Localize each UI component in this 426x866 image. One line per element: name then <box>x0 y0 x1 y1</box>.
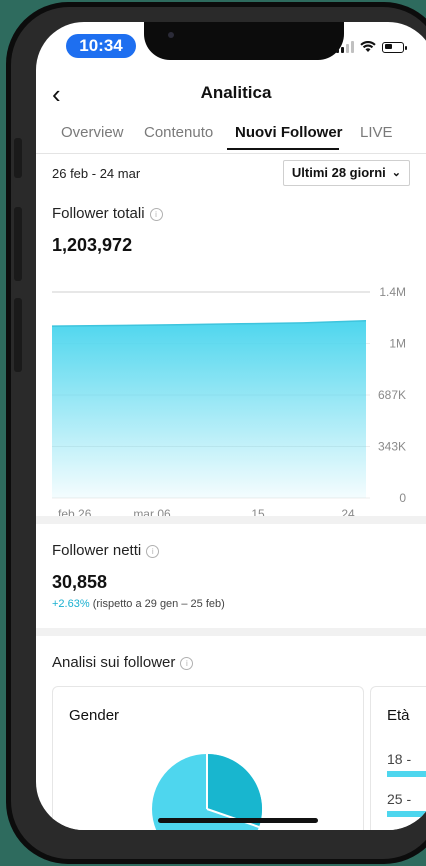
section-divider <box>36 628 426 636</box>
change-percent: +2.63% <box>52 598 90 610</box>
y-tick-label: 1.4M <box>379 285 406 299</box>
y-tick-label: 1M <box>389 337 406 351</box>
y-tick-label: 687K <box>378 388 406 402</box>
status-time[interactable]: 10:34 <box>66 34 136 58</box>
volume-down-button <box>14 298 22 372</box>
tab-bar: Overview Contenuto Nuovi Follower LIVE <box>36 120 426 152</box>
age-bar <box>387 811 426 817</box>
gender-title: Gender <box>69 707 120 724</box>
tab-overview[interactable]: Overview <box>61 124 124 141</box>
tab-contenuto[interactable]: Contenuto <box>144 124 213 141</box>
age-bar <box>387 771 426 777</box>
age-row-label: 25 - <box>387 791 412 807</box>
period-dropdown-label: Ultimi 28 giorni <box>291 165 386 180</box>
total-followers-label: Follower totali <box>52 205 145 222</box>
page-title: Analitica <box>200 83 272 102</box>
signal-icon <box>336 41 354 53</box>
silent-switch <box>14 138 22 178</box>
net-followers-value: 30,858 <box>52 572 108 592</box>
age-title: Età <box>387 707 410 724</box>
followers-area <box>52 320 366 498</box>
tab-nuovi-follower[interactable]: Nuovi Follower <box>235 124 343 141</box>
app-header: ‹ Analitica <box>36 77 426 113</box>
net-followers-change: +2.63% (rispetto a 29 gen – 25 feb) <box>52 598 225 610</box>
date-filter-row: 26 feb - 24 mar Ultimi 28 giorni ⌄ <box>36 160 426 190</box>
net-followers-title: Follower netti i <box>52 542 160 559</box>
volume-up-button <box>14 207 22 281</box>
y-tick-label: 0 <box>399 491 406 505</box>
home-indicator <box>158 818 318 823</box>
status-bar: 10:34 <box>36 22 426 72</box>
date-range: 26 feb - 24 mar <box>52 166 141 181</box>
total-followers-title: Follower totali i <box>52 205 163 222</box>
followers-area-chart: 1.4M1M687K343K0 feb 26 mar 06 15 24 <box>51 285 406 521</box>
info-icon[interactable]: i <box>180 657 194 670</box>
total-followers-value: 1,203,972 <box>52 235 133 255</box>
y-tick-label: 343K <box>378 440 406 454</box>
wifi-icon <box>360 41 376 52</box>
system-icons <box>336 40 407 54</box>
insights-title: Analisi sui follower i <box>52 654 194 671</box>
period-dropdown[interactable]: Ultimi 28 giorni ⌄ <box>282 160 410 186</box>
info-icon[interactable]: i <box>146 545 160 558</box>
change-note: (rispetto a 29 gen – 25 feb) <box>92 598 225 610</box>
camera-icon <box>168 32 174 38</box>
section-divider <box>36 516 426 524</box>
tab-live[interactable]: LIVE <box>360 124 393 141</box>
dynamic-notch <box>144 22 344 60</box>
battery-icon <box>382 41 407 53</box>
net-followers-label: Follower netti <box>52 542 142 559</box>
gender-card[interactable]: Gender <box>52 686 364 830</box>
age-card[interactable]: Età 18 - 25 - <box>370 686 426 830</box>
insights-label: Analisi sui follower <box>52 654 176 671</box>
active-tab-indicator <box>227 148 339 150</box>
tabs-divider <box>36 153 426 154</box>
chevron-down-icon: ⌄ <box>391 167 401 179</box>
age-row-label: 18 - <box>387 751 412 767</box>
app-screen: 10:34 ‹ Analitica Overview Contenuto Nuo… <box>36 22 426 830</box>
info-icon[interactable]: i <box>149 208 163 221</box>
